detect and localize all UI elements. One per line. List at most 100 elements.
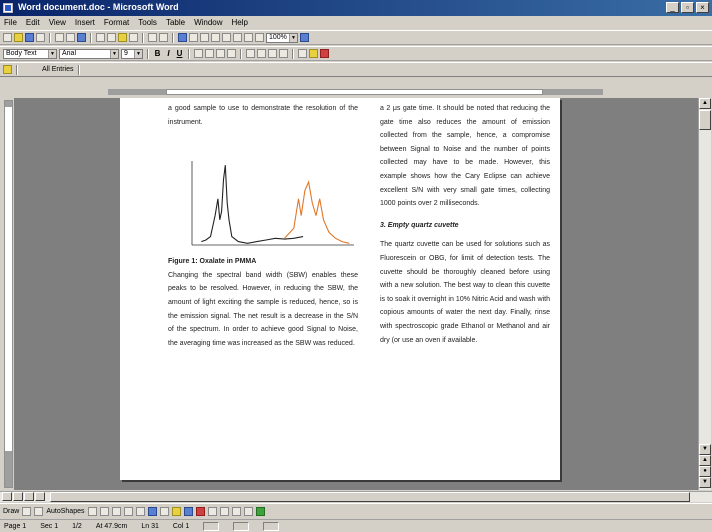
- right-column: a 2 μs gate time. It should be noted tha…: [380, 102, 550, 347]
- spelling-icon[interactable]: [77, 33, 86, 42]
- vertical-ruler[interactable]: [4, 100, 13, 488]
- arrow-style-icon[interactable]: [231, 506, 241, 516]
- line-style-icon[interactable]: [207, 506, 217, 516]
- show-hide-icon[interactable]: [255, 33, 264, 42]
- numbering-icon[interactable]: [246, 49, 255, 58]
- shadow-icon[interactable]: [243, 506, 253, 516]
- web-layout-button[interactable]: [13, 492, 23, 501]
- align-right-icon[interactable]: [216, 49, 225, 58]
- word-app-icon[interactable]: [3, 3, 13, 13]
- draw-font-color-icon[interactable]: [195, 506, 205, 516]
- bullets-icon[interactable]: [257, 49, 266, 58]
- normal-view-button[interactable]: [2, 492, 12, 501]
- decrease-indent-icon[interactable]: [268, 49, 277, 58]
- fill-color-icon[interactable]: [171, 506, 181, 516]
- style-select[interactable]: Body Text ▼: [3, 48, 57, 59]
- arrow-icon[interactable]: [99, 506, 109, 516]
- insert-table-icon[interactable]: [200, 33, 209, 42]
- free-rotate-icon[interactable]: [34, 506, 44, 516]
- hyperlink-icon[interactable]: [178, 33, 187, 42]
- underline-button[interactable]: U: [175, 49, 184, 58]
- print-icon[interactable]: [55, 33, 64, 42]
- tables-borders-icon[interactable]: [189, 33, 198, 42]
- menu-help[interactable]: Help: [232, 18, 248, 27]
- menu-table[interactable]: Table: [166, 18, 185, 27]
- line-icon[interactable]: [87, 506, 97, 516]
- text-box-icon[interactable]: [135, 506, 145, 516]
- format-painter-icon[interactable]: [129, 33, 138, 42]
- restore-button[interactable]: ▫: [681, 2, 694, 13]
- comment-icon[interactable]: [3, 65, 12, 74]
- menu-file[interactable]: File: [4, 18, 17, 27]
- draw-menu[interactable]: Draw: [3, 508, 19, 515]
- status-at: At 47.9cm: [95, 522, 128, 530]
- copy-icon[interactable]: [107, 33, 116, 42]
- open-folder-icon[interactable]: [14, 33, 23, 42]
- save-icon[interactable]: [25, 33, 34, 42]
- font-select[interactable]: Arial ▼: [59, 48, 119, 59]
- increase-indent-icon[interactable]: [279, 49, 288, 58]
- menu-window[interactable]: Window: [194, 18, 222, 27]
- menu-view[interactable]: View: [49, 18, 66, 27]
- status-bar: Page 1 Sec 1 1/2 At 47.9cm Ln 31 Col 1: [0, 519, 712, 532]
- zoom-select[interactable]: 100% ▼: [266, 32, 298, 43]
- document-workspace: a good sample to use to demonstrate the …: [14, 98, 698, 490]
- menu-format[interactable]: Format: [104, 18, 129, 27]
- font-color-icon[interactable]: [320, 49, 329, 58]
- rectangle-icon[interactable]: [111, 506, 121, 516]
- scroll-down-button[interactable]: ▼: [699, 444, 711, 455]
- document-map-icon[interactable]: [244, 33, 253, 42]
- help-icon[interactable]: [300, 33, 309, 42]
- undo-icon[interactable]: [148, 33, 157, 42]
- menu-tools[interactable]: Tools: [138, 18, 157, 27]
- top-margin-area: [5, 101, 12, 107]
- vertical-scrollbar[interactable]: ▲ ▼ ▲ ● ▼: [698, 98, 711, 490]
- paste-icon[interactable]: [118, 33, 127, 42]
- previous-page-button[interactable]: ▲: [699, 455, 711, 466]
- align-left-icon[interactable]: [194, 49, 203, 58]
- email-icon[interactable]: [36, 33, 45, 42]
- new-document-icon[interactable]: [3, 33, 12, 42]
- select-objects-icon[interactable]: [22, 506, 32, 516]
- border-icon[interactable]: [298, 49, 307, 58]
- print-preview-icon[interactable]: [66, 33, 75, 42]
- select-browse-object-button[interactable]: ●: [699, 466, 711, 477]
- document-page[interactable]: a good sample to use to demonstrate the …: [120, 98, 560, 480]
- horizontal-scrollbar[interactable]: [0, 491, 712, 502]
- scroll-up-button[interactable]: ▲: [699, 98, 711, 109]
- cut-icon[interactable]: [96, 33, 105, 42]
- clip-art-icon[interactable]: [159, 506, 169, 516]
- hscroll-thumb[interactable]: [50, 492, 690, 502]
- line-color-icon[interactable]: [183, 506, 193, 516]
- next-page-button[interactable]: ▼: [699, 477, 711, 488]
- horizontal-ruler[interactable]: [8, 88, 702, 97]
- scroll-thumb[interactable]: [699, 110, 711, 130]
- 3d-icon[interactable]: [255, 506, 265, 516]
- highlight-icon[interactable]: [309, 49, 318, 58]
- trk-indicator[interactable]: [233, 521, 250, 531]
- wordart-icon[interactable]: [147, 506, 157, 516]
- italic-button[interactable]: I: [164, 49, 173, 58]
- rec-indicator[interactable]: [203, 521, 220, 531]
- autoshapes-menu[interactable]: AutoShapes: [46, 508, 84, 515]
- menu-edit[interactable]: Edit: [26, 18, 40, 27]
- columns-icon[interactable]: [222, 33, 231, 42]
- all-entries-label[interactable]: All Entries: [42, 66, 74, 73]
- insert-excel-icon[interactable]: [211, 33, 220, 42]
- dash-style-icon[interactable]: [219, 506, 229, 516]
- ext-indicator[interactable]: [263, 521, 280, 531]
- center-icon[interactable]: [205, 49, 214, 58]
- close-button[interactable]: ×: [696, 2, 709, 13]
- oval-icon[interactable]: [123, 506, 133, 516]
- bold-button[interactable]: B: [153, 49, 162, 58]
- outline-view-button[interactable]: [35, 492, 45, 501]
- minimize-button[interactable]: _: [666, 2, 679, 13]
- redo-icon[interactable]: [159, 33, 168, 42]
- font-size-select[interactable]: 9 ▼: [121, 48, 143, 59]
- window-title: Word document.doc - Microsoft Word: [18, 2, 179, 12]
- left-column: a good sample to use to demonstrate the …: [168, 102, 358, 350]
- justify-icon[interactable]: [227, 49, 236, 58]
- menu-insert[interactable]: Insert: [75, 18, 95, 27]
- drawing-icon[interactable]: [233, 33, 242, 42]
- print-layout-button[interactable]: [24, 492, 34, 501]
